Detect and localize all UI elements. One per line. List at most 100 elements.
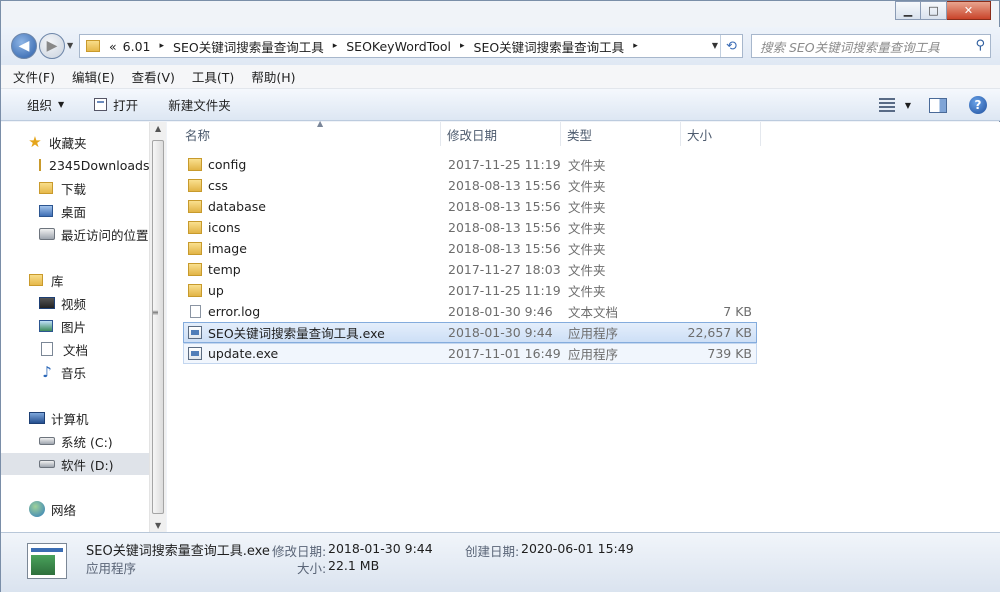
breadcrumb-separator-icon[interactable]: ▸ xyxy=(327,41,344,51)
search-icon[interactable]: ⚲ xyxy=(975,38,985,53)
breadcrumb-separator-icon[interactable]: ▸ xyxy=(627,41,644,51)
file-row[interactable]: css 2018-08-13 15:56 文件夹 xyxy=(183,175,757,196)
file-date: 2017-11-25 11:19 xyxy=(448,283,561,298)
breadcrumb-item[interactable]: 6.01 xyxy=(120,39,154,54)
navigation-scrollbar[interactable]: ▲ ≡ ▼ xyxy=(149,122,166,532)
new-folder-label: 新建文件夹 xyxy=(168,98,231,113)
sort-ascending-icon: ▲ xyxy=(317,119,324,128)
nav-label: 最近访问的位置 xyxy=(61,227,149,243)
menu-help[interactable]: 帮助(H) xyxy=(246,67,300,86)
file-type: 应用程序 xyxy=(568,347,619,362)
file-row[interactable]: temp 2017-11-27 18:03 文件夹 xyxy=(183,259,757,280)
menu-bar: 文件(F) 编辑(E) 查看(V) 工具(T) 帮助(H) xyxy=(1,65,1000,89)
back-button[interactable]: ◀ xyxy=(11,33,37,59)
downloads-folder-icon xyxy=(39,182,53,194)
maximize-button[interactable]: □ xyxy=(921,1,947,20)
file-row[interactable]: update.exe 2017-11-01 16:49 应用程序 739 KB xyxy=(183,343,757,364)
column-headers: 名称 ▲ 修改日期 类型 大小 xyxy=(167,119,1000,146)
help-icon[interactable]: ? xyxy=(969,96,987,114)
column-label: 大小 xyxy=(687,127,713,143)
breadcrumb-item[interactable]: SEOKeyWordTool xyxy=(343,39,454,54)
breadcrumb-separator-icon[interactable]: ▸ xyxy=(454,41,471,51)
column-header-name[interactable]: 名称 ▲ xyxy=(179,119,441,146)
nav-item-music[interactable]: ♪ 音乐 xyxy=(1,361,149,383)
open-label: 打开 xyxy=(113,98,139,113)
nav-label: 库 xyxy=(51,273,64,289)
column-header-size[interactable]: 大小 xyxy=(681,122,761,146)
recent-places-icon xyxy=(39,228,55,240)
nav-item-2345downloads[interactable]: 2345Downloads xyxy=(1,154,149,176)
file-name: update.exe xyxy=(208,346,279,361)
toolbar-right: ▼ ? xyxy=(878,89,1000,121)
nav-item-drive-d[interactable]: 软件 (D:) xyxy=(1,453,149,475)
refresh-icon[interactable]: ⟲ xyxy=(720,35,742,57)
star-icon: ★ xyxy=(28,133,42,151)
file-row[interactable]: up 2017-11-25 11:19 文件夹 xyxy=(183,280,757,301)
menu-file[interactable]: 文件(F) xyxy=(8,67,60,86)
nav-network[interactable]: 网络 xyxy=(1,498,149,520)
file-row[interactable]: database 2018-08-13 15:56 文件夹 xyxy=(183,196,757,217)
view-options-icon[interactable] xyxy=(878,98,895,112)
address-bar[interactable]: « 6.01 ▸ SEO关键词搜索量查询工具 ▸ SEOKeyWordTool … xyxy=(79,34,743,58)
file-list: 名称 ▲ 修改日期 类型 大小 config 2017-11-25 11:19 … xyxy=(167,119,1000,532)
folder-icon xyxy=(86,40,100,52)
nav-item-desktop[interactable]: 桌面 xyxy=(1,200,149,222)
file-row[interactable]: icons 2018-08-13 15:56 文件夹 xyxy=(183,217,757,238)
folder-icon xyxy=(188,284,202,297)
minimize-button[interactable]: ▁ xyxy=(895,1,921,20)
new-folder-button[interactable]: 新建文件夹 xyxy=(160,93,239,117)
menu-edit[interactable]: 编辑(E) xyxy=(67,67,120,86)
preview-pane-icon[interactable] xyxy=(929,97,947,113)
file-date: 2018-08-13 15:56 xyxy=(448,241,561,256)
breadcrumb-overflow[interactable]: « xyxy=(106,39,120,54)
menu-view[interactable]: 查看(V) xyxy=(127,67,180,86)
nav-item-recent-places[interactable]: 最近访问的位置 xyxy=(1,223,149,245)
file-type: 文件夹 xyxy=(568,158,606,173)
file-type: 文件夹 xyxy=(568,179,606,194)
nav-label: 音乐 xyxy=(61,365,87,381)
menu-tools[interactable]: 工具(T) xyxy=(187,67,239,86)
nav-favorites[interactable]: ★ 收藏夹 xyxy=(1,131,149,153)
nav-computer[interactable]: 计算机 xyxy=(1,407,149,429)
view-options-dropdown[interactable]: ▼ xyxy=(905,101,911,110)
file-name: up xyxy=(208,283,224,298)
file-row[interactable]: error.log 2018-01-30 9:46 文本文档 7 KB xyxy=(183,301,757,322)
nav-libraries[interactable]: 库 xyxy=(1,269,149,291)
nav-item-pictures[interactable]: 图片 xyxy=(1,315,149,337)
scroll-down-icon[interactable]: ▼ xyxy=(155,521,161,530)
chevron-down-icon: ▼ xyxy=(58,100,65,109)
file-date: 2018-08-13 15:56 xyxy=(448,199,561,214)
organize-button[interactable]: 组织 ▼ xyxy=(19,93,72,117)
column-header-date[interactable]: 修改日期 xyxy=(441,122,561,146)
close-button[interactable]: ✕ xyxy=(947,1,991,20)
nav-item-downloads[interactable]: 下载 xyxy=(1,177,149,199)
forward-button[interactable]: ▶ xyxy=(39,33,65,59)
folder-icon xyxy=(188,158,202,171)
breadcrumb-item[interactable]: SEO关键词搜索量查询工具 xyxy=(170,37,327,56)
file-date: 2018-08-13 15:56 xyxy=(448,220,561,235)
nav-item-drive-c[interactable]: 系统 (C:) xyxy=(1,430,149,452)
scrollbar-thumb[interactable] xyxy=(152,140,164,514)
breadcrumb-item[interactable]: SEO关键词搜索量查询工具 xyxy=(471,37,628,56)
application-icon xyxy=(188,326,202,339)
file-row[interactable]: image 2018-08-13 15:56 文件夹 xyxy=(183,238,757,259)
scroll-up-icon[interactable]: ▲ xyxy=(155,124,161,133)
recent-pages-dropdown[interactable]: ▼ xyxy=(67,41,73,50)
nav-item-videos[interactable]: 视频 xyxy=(1,292,149,314)
file-type: 文件夹 xyxy=(568,263,606,278)
file-row[interactable]: config 2017-11-25 11:19 文件夹 xyxy=(183,154,757,175)
address-history-dropdown[interactable]: ▼ xyxy=(712,41,718,50)
nav-item-documents[interactable]: 文档 xyxy=(1,338,149,360)
open-button[interactable]: 打开 xyxy=(86,93,146,117)
search-input[interactable]: 搜索 SEO关键词搜索量查询工具 ⚲ xyxy=(751,34,991,58)
folder-icon xyxy=(188,200,202,213)
address-row: ◀ ▶ ▼ « 6.01 ▸ SEO关键词搜索量查询工具 ▸ SEOKeyWor… xyxy=(1,27,1000,65)
caption-buttons: ▁ □ ✕ xyxy=(895,1,991,20)
file-date: 2018-08-13 15:56 xyxy=(448,178,561,193)
file-row-selected[interactable]: SEO关键词搜索量查询工具.exe 2018-01-30 9:44 应用程序 2… xyxy=(183,322,757,343)
file-name: SEO关键词搜索量查询工具.exe xyxy=(208,326,385,341)
drive-icon xyxy=(39,460,55,468)
column-header-type[interactable]: 类型 xyxy=(561,122,681,146)
file-name: icons xyxy=(208,220,241,235)
breadcrumb-separator-icon[interactable]: ▸ xyxy=(154,41,171,51)
